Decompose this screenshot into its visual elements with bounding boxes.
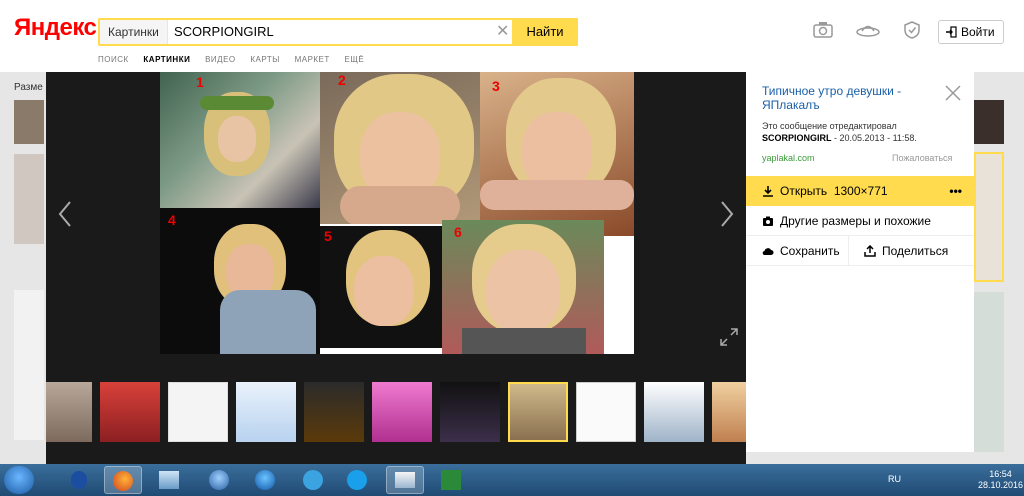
page: Яндекс Картинки SCORPIONGIRL ✕ Найти Вой… [0, 0, 1024, 496]
save-label: Сохранить [780, 244, 840, 258]
login-icon [946, 26, 957, 38]
thunderbird-icon[interactable] [200, 466, 238, 494]
thumbnail[interactable] [236, 382, 296, 442]
result-thumb[interactable] [14, 290, 44, 440]
photo-number: 6 [454, 224, 462, 240]
photo-tile: 4 [160, 208, 320, 354]
result-thumb-selected[interactable] [974, 152, 1004, 282]
thumbnail-selected[interactable] [508, 382, 568, 442]
other-sizes-label: Другие размеры и похожие [780, 214, 931, 228]
camera-icon[interactable] [812, 20, 834, 40]
thumbnail[interactable] [712, 382, 746, 442]
thumbnail[interactable] [100, 382, 160, 442]
divider [848, 236, 849, 266]
search-service-tag[interactable]: Картинки [100, 20, 168, 44]
excel-icon[interactable] [432, 466, 470, 494]
photo-number: 1 [196, 74, 204, 90]
language-indicator[interactable]: RU [888, 474, 901, 484]
start-button[interactable] [4, 466, 34, 494]
camera-icon [763, 216, 773, 226]
nav-item-market[interactable]: МАРКЕТ [295, 55, 330, 64]
service-nav: ПОИСК КАРТИНКИ ВИДЕО КАРТЫ МАРКЕТ ЕЩЁ [98, 55, 376, 64]
close-icon[interactable] [944, 84, 962, 102]
clear-icon[interactable]: ✕ [496, 20, 509, 44]
image-info-panel: Типичное утро девушки - ЯПлакалъ Это соо… [746, 72, 974, 452]
firefox-icon[interactable] [104, 466, 142, 494]
app-icon[interactable] [150, 466, 188, 494]
search-box: Картинки SCORPIONGIRL ✕ Найти [98, 18, 578, 46]
share-label: Поделиться [882, 244, 949, 258]
nav-item-search[interactable]: ПОИСК [98, 55, 129, 64]
nav-item-more[interactable]: ЕЩЁ [345, 55, 365, 64]
open-label: Открыть [780, 184, 828, 198]
result-thumb[interactable] [974, 100, 1004, 144]
photo-tile: 3 [480, 72, 634, 236]
thumbnail[interactable] [46, 382, 92, 442]
bluetooth-icon[interactable] [60, 466, 98, 494]
photo-tile: 2 [320, 72, 480, 224]
thumbnail-strip [46, 382, 746, 444]
open-image-button[interactable]: Открыть 1300×771 ••• [746, 176, 974, 206]
main-image[interactable]: 1 2 3 4 5 6 [160, 72, 634, 354]
source-title-link[interactable]: Типичное утро девушки - ЯПлакалъ [762, 84, 942, 112]
thumbnail[interactable] [644, 382, 704, 442]
explorer-icon[interactable] [386, 466, 424, 494]
header-icons [812, 20, 941, 40]
desc-user: SCORPIONGIRL [762, 133, 832, 143]
windows-taskbar: RU 16:54 28.10.2016 [0, 464, 1024, 496]
thumbnail[interactable] [372, 382, 432, 442]
fullscreen-icon[interactable] [720, 328, 738, 346]
thumbnail[interactable] [576, 382, 636, 442]
browser-icon[interactable] [246, 466, 284, 494]
photo-tile: 5 [320, 226, 442, 348]
sizes-filter-label[interactable]: Разме [14, 82, 43, 93]
login-button[interactable]: Войти [938, 20, 1004, 44]
result-thumb[interactable] [14, 100, 44, 144]
cloud-icon [762, 248, 774, 256]
photo-number: 4 [168, 212, 176, 228]
saucer-icon[interactable] [856, 20, 881, 40]
clock-time: 16:54 [989, 469, 1012, 479]
search-input[interactable]: SCORPIONGIRL [174, 20, 274, 44]
photo-number: 2 [338, 72, 346, 88]
thumbnail[interactable] [440, 382, 500, 442]
share-button[interactable]: Поделиться [864, 236, 964, 266]
clock-date: 28.10.2016 [978, 480, 1024, 490]
result-thumb[interactable] [974, 292, 1004, 452]
photo-number: 5 [324, 228, 332, 244]
logo-text: Яндекс [14, 14, 97, 41]
telegram-icon[interactable] [294, 466, 332, 494]
open-size: 1300×771 [833, 184, 888, 198]
yandex-header: Яндекс Картинки SCORPIONGIRL ✕ Найти Вой… [0, 0, 1024, 64]
thumbnail[interactable] [168, 382, 228, 442]
skype-icon[interactable] [338, 466, 376, 494]
next-arrow-icon[interactable] [720, 200, 734, 228]
source-domain-link[interactable]: yaplakal.com [762, 153, 815, 163]
thumbnail[interactable] [304, 382, 364, 442]
nav-item-images[interactable]: КАРТИНКИ [143, 55, 190, 64]
system-tray: RU 16:54 28.10.2016 [880, 464, 1024, 496]
yandex-logo[interactable]: Яндекс [14, 14, 97, 42]
desc-prefix: Это сообщение отредактировал [762, 121, 897, 131]
more-options-icon[interactable]: ••• [949, 176, 962, 206]
search-button[interactable]: Найти [512, 18, 578, 46]
photo-tile: 1 [160, 72, 320, 208]
other-sizes-button[interactable]: Другие размеры и похожие [746, 206, 974, 236]
previous-arrow-icon[interactable] [58, 200, 72, 228]
clock[interactable]: 16:54 28.10.2016 [978, 469, 1023, 491]
panel-actions: Сохранить Поделиться [746, 236, 974, 266]
nav-item-video[interactable]: ВИДЕО [205, 55, 236, 64]
report-link[interactable]: Пожаловаться [892, 153, 952, 163]
photo-number: 3 [492, 78, 500, 94]
source-description: Это сообщение отредактировал SCORPIONGIR… [762, 120, 962, 144]
photo-tile: 6 [442, 220, 604, 354]
save-button[interactable]: Сохранить [762, 236, 846, 266]
nav-item-maps[interactable]: КАРТЫ [250, 55, 279, 64]
download-icon [763, 186, 773, 197]
result-thumb[interactable] [14, 154, 44, 244]
shield-icon[interactable] [901, 20, 923, 40]
desc-suffix: - 20.05.2013 - 11:58. [834, 133, 917, 143]
login-label: Войти [961, 25, 995, 39]
share-icon [864, 245, 876, 257]
